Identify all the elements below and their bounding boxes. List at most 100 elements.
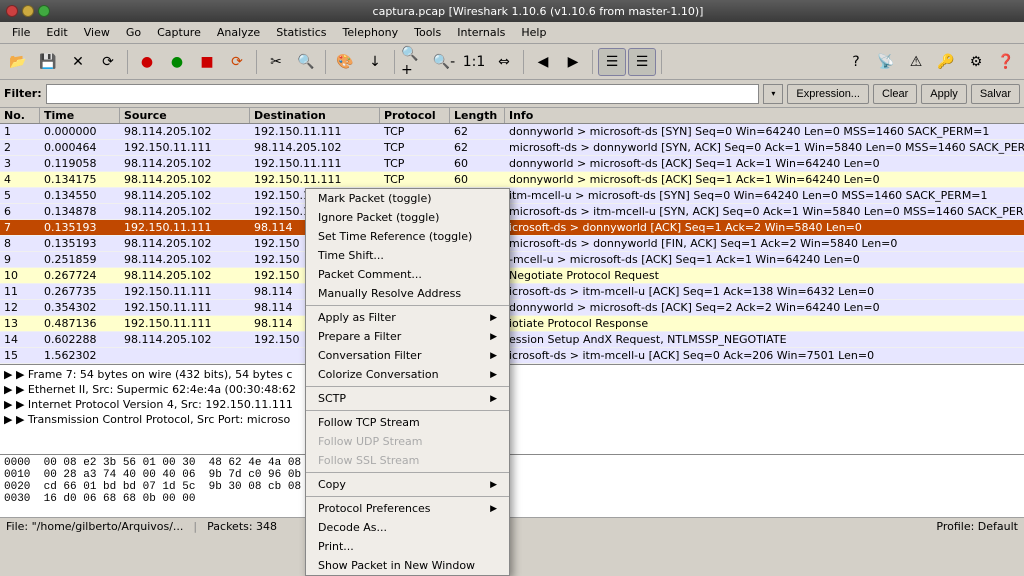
table-row[interactable]: 14 0.602288 98.114.205.102 192.150 essio…: [0, 332, 1024, 348]
forward-button[interactable]: ▶: [559, 48, 587, 76]
close-capture-button[interactable]: ✕: [64, 48, 92, 76]
context-menu-item[interactable]: Packet Comment...: [306, 265, 509, 284]
context-menu-item[interactable]: Protocol Preferences▶: [306, 499, 509, 518]
cell-time: 0.000000: [40, 124, 120, 139]
menu-tools[interactable]: Tools: [406, 24, 449, 41]
autoscroll-button[interactable]: ↓: [361, 48, 389, 76]
table-row[interactable]: 13 0.487136 192.150.11.111 98.114 iotiat…: [0, 316, 1024, 332]
table-row[interactable]: 1 0.000000 98.114.205.102 192.150.11.111…: [0, 124, 1024, 140]
clear-button[interactable]: Clear: [873, 84, 917, 104]
context-menu-item[interactable]: Colorize Conversation▶: [306, 365, 509, 384]
zoom-out-button[interactable]: 🔍-: [430, 48, 458, 76]
back-button[interactable]: ◀: [529, 48, 557, 76]
context-menu-item[interactable]: Prepare a Filter▶: [306, 327, 509, 346]
context-menu-item-label: Follow UDP Stream: [318, 435, 422, 448]
table-row[interactable]: 15 1.562302 icrosoft-ds > itm-mcell-u [A…: [0, 348, 1024, 364]
capture-options-button[interactable]: ●: [133, 48, 161, 76]
table-row[interactable]: 5 0.134550 98.114.205.102 192.150.11.111…: [0, 188, 1024, 204]
menu-statistics[interactable]: Statistics: [268, 24, 334, 41]
context-menu-item[interactable]: Ignore Packet (toggle): [306, 208, 509, 227]
stop-capture-button[interactable]: ■: [193, 48, 221, 76]
start-capture-button[interactable]: ●: [163, 48, 191, 76]
cell-no: 11: [0, 284, 40, 299]
filter-dropdown[interactable]: ▾: [763, 84, 783, 104]
detail-line[interactable]: ▶ Transmission Control Protocol, Src Por…: [2, 412, 1022, 427]
cell-source: 98.114.205.102: [120, 236, 250, 251]
cell-info: icrosoft-ds > donnyworld [ACK] Seq=1 Ack…: [505, 220, 1024, 235]
restart-capture-button[interactable]: ⟳: [223, 48, 251, 76]
cell-info: microsoft-ds > donnyworld [SYN, ACK] Seq…: [505, 140, 1024, 155]
cell-time: 0.267735: [40, 284, 120, 299]
context-menu-item[interactable]: Copy▶: [306, 475, 509, 494]
resize-columns-button[interactable]: ⇔: [490, 48, 518, 76]
cell-info: microsoft-ds > donnyworld [FIN, ACK] Seq…: [505, 236, 1024, 251]
menu-internals[interactable]: Internals: [449, 24, 513, 41]
reload-button[interactable]: ⟳: [94, 48, 122, 76]
capture-filters-button[interactable]: ✂: [262, 48, 290, 76]
menu-capture[interactable]: Capture: [149, 24, 209, 41]
zoom-reset-button[interactable]: 1:1: [460, 48, 488, 76]
detail-line[interactable]: ▶ Ethernet II, Src: Supermic 62:4e:4a (0…: [2, 382, 1022, 397]
maximize-button[interactable]: [38, 5, 50, 17]
menu-file[interactable]: File: [4, 24, 38, 41]
context-menu-item[interactable]: Decode As...: [306, 518, 509, 537]
detail-line[interactable]: ▶ Frame 7: 54 bytes on wire (432 bits), …: [2, 367, 1022, 382]
menu-telephony[interactable]: Telephony: [335, 24, 407, 41]
context-menu-item[interactable]: Apply as Filter▶: [306, 308, 509, 327]
apply-button[interactable]: Apply: [921, 84, 967, 104]
menu-help[interactable]: Help: [513, 24, 554, 41]
table-row[interactable]: 8 0.135193 98.114.205.102 192.150 micros…: [0, 236, 1024, 252]
hex-line: 0030 16 d0 06 68 68 0b 00 00: [4, 493, 1020, 505]
display-filters-button[interactable]: 🔍: [292, 48, 320, 76]
pane2-button[interactable]: ☰: [628, 48, 656, 76]
context-menu-item[interactable]: Manually Resolve Address: [306, 284, 509, 303]
context-menu-item[interactable]: Set Time Reference (toggle): [306, 227, 509, 246]
context-menu-item[interactable]: Show Packet in New Window: [306, 556, 509, 575]
preferences-button[interactable]: ⚙: [962, 48, 990, 76]
menu-go[interactable]: Go: [118, 24, 149, 41]
table-row[interactable]: 9 0.251859 98.114.205.102 192.150 -mcell…: [0, 252, 1024, 268]
help-button[interactable]: ?: [842, 48, 870, 76]
table-row[interactable]: 11 0.267735 192.150.11.111 98.114 icroso…: [0, 284, 1024, 300]
table-row[interactable]: 2 0.000464 192.150.11.111 98.114.205.102…: [0, 140, 1024, 156]
hex-panel: 0000 00 08 e2 3b 56 01 00 30 48 62 4e 4a…: [0, 455, 1024, 517]
about-button[interactable]: ❓: [992, 48, 1020, 76]
expression-button[interactable]: Expression...: [787, 84, 869, 104]
expert-info-button[interactable]: ⚠: [902, 48, 930, 76]
table-row[interactable]: 6 0.134878 98.114.205.102 192.150.11. TC…: [0, 204, 1024, 220]
zoom-in-button[interactable]: 🔍+: [400, 48, 428, 76]
cell-length: 60: [450, 172, 505, 187]
pane1-button[interactable]: ☰: [598, 48, 626, 76]
wireless-button[interactable]: 📡: [872, 48, 900, 76]
filter-label: Filter:: [4, 87, 42, 100]
context-menu-item: Follow UDP Stream: [306, 432, 509, 451]
context-menu-item[interactable]: Mark Packet (toggle): [306, 189, 509, 208]
menu-edit[interactable]: Edit: [38, 24, 75, 41]
table-row[interactable]: 7 0.135193 192.150.11.111 98.114 icrosof…: [0, 220, 1024, 236]
context-menu-item[interactable]: Time Shift...: [306, 246, 509, 265]
open-button[interactable]: 📂: [4, 48, 32, 76]
packet-rows: 1 0.000000 98.114.205.102 192.150.11.111…: [0, 124, 1024, 364]
context-menu-item[interactable]: SCTP▶: [306, 389, 509, 408]
cell-length: 62: [450, 124, 505, 139]
cell-info: donnyworld > microsoft-ds [ACK] Seq=1 Ac…: [505, 156, 1024, 171]
detail-line[interactable]: ▶ Internet Protocol Version 4, Src: 192.…: [2, 397, 1022, 412]
context-menu-item[interactable]: Conversation Filter▶: [306, 346, 509, 365]
table-row[interactable]: 12 0.354302 192.150.11.111 98.114 donnyw…: [0, 300, 1024, 316]
table-row[interactable]: 10 0.267724 98.114.205.102 192.150 Negot…: [0, 268, 1024, 284]
save-filter-button[interactable]: Salvar: [971, 84, 1020, 104]
cell-time: 0.134550: [40, 188, 120, 203]
hex-line: 0000 00 08 e2 3b 56 01 00 30 48 62 4e 4a…: [4, 457, 1020, 469]
menu-view[interactable]: View: [76, 24, 118, 41]
menu-analyze[interactable]: Analyze: [209, 24, 268, 41]
colorize-button[interactable]: 🎨: [331, 48, 359, 76]
context-menu-item-label: Prepare a Filter: [318, 330, 401, 343]
filter-input[interactable]: [46, 84, 760, 104]
table-row[interactable]: 3 0.119058 98.114.205.102 192.150.11.111…: [0, 156, 1024, 172]
save-button[interactable]: 💾: [34, 48, 62, 76]
minimize-button[interactable]: [22, 5, 34, 17]
coloring-rules-button[interactable]: 🔑: [932, 48, 960, 76]
close-button[interactable]: [6, 5, 18, 17]
context-menu-item[interactable]: Follow TCP Stream: [306, 413, 509, 432]
table-row[interactable]: 4 0.134175 98.114.205.102 192.150.11.111…: [0, 172, 1024, 188]
